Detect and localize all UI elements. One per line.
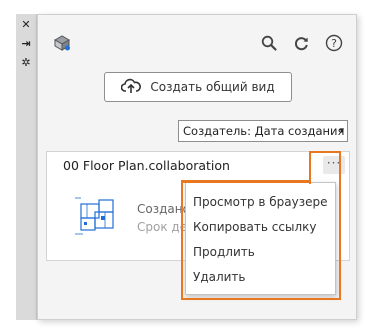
create-shared-view-button[interactable]: Создать общий вид [104,72,292,102]
sort-selected-value: Создатель: Дата создания [183,124,345,138]
chevron-down-icon: ▾ [339,126,344,136]
menu-item-extend[interactable]: Продлить [193,245,255,259]
menu-item-delete[interactable]: Удалить [193,270,246,284]
collaboration-logo-icon [52,33,72,53]
cloud-upload-icon [121,78,142,97]
svg-text:?: ? [331,37,337,50]
menu-item-copy-link[interactable]: Копировать ссылку [193,220,316,234]
search-icon[interactable] [259,33,279,53]
close-icon[interactable]: ✕ [19,18,33,32]
settings-icon[interactable]: ✲ [19,56,33,70]
expiry-info: Срок де [137,220,188,234]
refresh-icon[interactable] [291,33,311,53]
created-info: Создано [137,202,190,216]
floor-plan-thumbnail[interactable] [75,196,119,240]
side-toolbar: ✕ ⇥ ✲ [16,14,37,320]
menu-item-view-in-browser[interactable]: Просмотр в браузере [193,195,328,209]
help-icon[interactable]: ? [324,33,344,53]
context-menu: Просмотр в браузере Копировать ссылку Пр… [185,182,336,295]
more-options-button[interactable]: ··· [323,156,345,174]
create-shared-view-label: Создать общий вид [150,80,275,94]
shared-view-title: 00 Floor Plan.collaboration [63,158,230,173]
sort-dropdown[interactable]: Создатель: Дата создания ▾ [178,120,348,142]
dock-icon[interactable]: ⇥ [19,37,33,51]
